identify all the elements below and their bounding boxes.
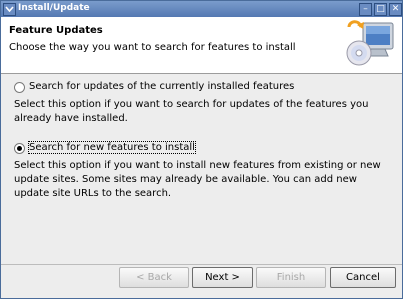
close-button[interactable]: ✕ [389,3,402,16]
page-title: Feature Updates [9,25,103,36]
finish-button[interactable]: Finish [256,267,326,288]
chevron-down-icon [5,6,14,12]
window-title: Install/Update [18,3,90,13]
radio-search-updates[interactable] [14,82,25,93]
wizard-content: Search for updates of the currently inst… [1,74,402,264]
minimize-button[interactable]: – [359,3,372,16]
back-button[interactable]: < Back [119,267,189,288]
window-menu-button[interactable] [3,3,16,16]
cancel-button[interactable]: Cancel [330,267,396,288]
wizard-header: Feature Updates Choose the way you want … [1,17,402,74]
install-update-monitor-icon [346,20,394,66]
option-search-new-label[interactable]: Search for new features to install [28,141,196,154]
button-bar-divider [1,264,402,265]
option-search-updates-description: Select this option if you want to search… [14,99,369,124]
page-description: Choose the way you want to search for fe… [9,42,296,53]
title-bar[interactable]: Install/Update – □ ✕ [1,1,402,17]
option-search-new-description: Select this option if you want to instal… [14,160,381,199]
maximize-button[interactable]: □ [374,3,387,16]
radio-search-new[interactable] [14,143,25,154]
install-update-dialog: Install/Update – □ ✕ Feature Updates Cho… [0,0,403,299]
option-search-updates-label[interactable]: Search for updates of the currently inst… [29,81,294,92]
next-button[interactable]: Next > [192,267,253,288]
